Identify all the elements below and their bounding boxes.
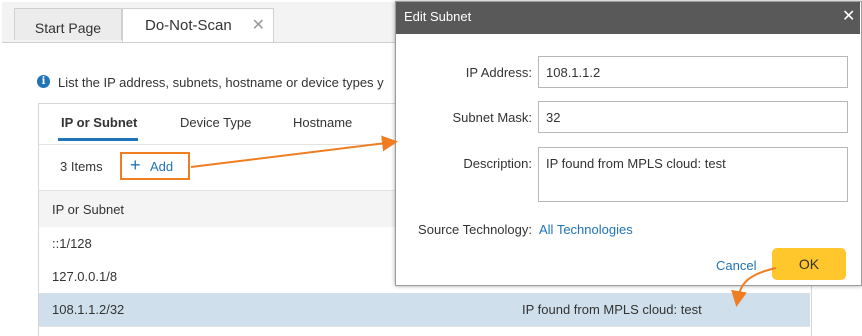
subtab-hostname[interactable]: Hostname xyxy=(293,115,352,130)
subtab-device-type[interactable]: Device Type xyxy=(180,115,251,130)
tab-label: Do-Not-Scan xyxy=(145,17,232,34)
plus-icon: + xyxy=(130,155,141,175)
tab-start-page[interactable]: Start Page xyxy=(14,8,122,40)
dialog-title: Edit Subnet xyxy=(404,9,472,24)
tab-label: Start Page xyxy=(34,20,102,36)
subnet-mask-field[interactable]: 32 xyxy=(538,101,848,133)
ip-address-field[interactable]: 108.1.1.2 xyxy=(538,56,848,88)
description-cell: IP found from MPLS cloud: test xyxy=(522,302,702,317)
add-button-label[interactable]: Add xyxy=(150,159,173,174)
active-subtab-underline xyxy=(58,138,138,141)
ip-cell: ::1/128 xyxy=(52,236,92,251)
cancel-button[interactable]: Cancel xyxy=(716,258,756,273)
tab-do-not-scan[interactable]: Do-Not-Scan ✕ xyxy=(122,8,274,42)
description-label: Description: xyxy=(463,156,532,171)
ip-cell: 127.0.0.1/8 xyxy=(52,269,118,284)
source-technology-label: Source Technology: xyxy=(418,222,532,237)
close-tab-icon[interactable]: ✕ xyxy=(252,15,265,35)
ip-cell: 108.1.1.2/32 xyxy=(52,302,125,317)
info-text: List the IP address, subnets, hostname o… xyxy=(58,75,384,90)
column-header-ip-or-subnet[interactable]: IP or Subnet xyxy=(52,202,124,217)
ok-button[interactable]: OK xyxy=(772,248,846,280)
items-count: 3 Items xyxy=(60,159,103,174)
source-technology-link[interactable]: All Technologies xyxy=(539,222,633,237)
subnet-mask-label: Subnet Mask: xyxy=(452,110,533,125)
description-field[interactable]: IP found from MPLS cloud: test xyxy=(538,147,848,202)
info-icon: i xyxy=(37,75,50,88)
close-icon[interactable]: ✕ xyxy=(842,6,855,26)
edit-subnet-dialog xyxy=(395,1,862,286)
ip-address-label: IP Address: xyxy=(465,65,532,80)
subtab-ip-or-subnet[interactable]: IP or Subnet xyxy=(61,115,137,130)
